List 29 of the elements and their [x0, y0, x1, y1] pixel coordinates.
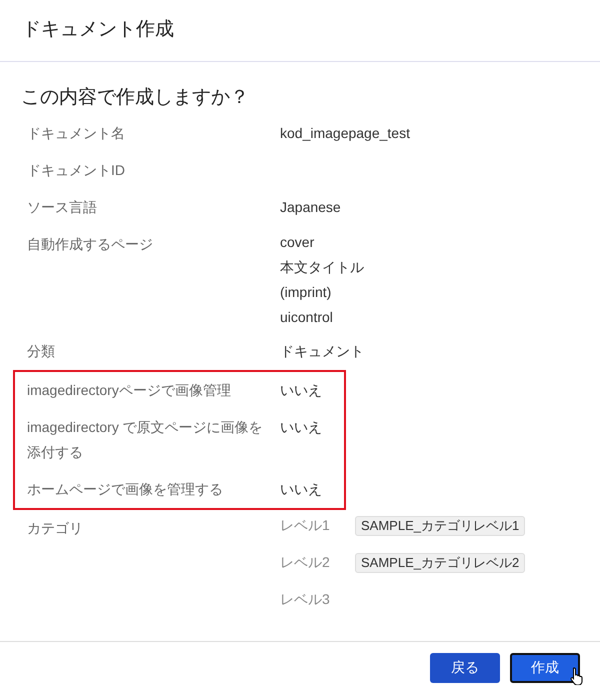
field-label: imagedirectory で原文ページに画像を添付する — [27, 418, 264, 462]
pointer-hand-icon — [570, 666, 584, 684]
level-label: レベル1 — [280, 516, 331, 535]
dialog-button[interactable]: 戻る — [430, 652, 500, 682]
page-item: uicontrol — [280, 308, 334, 326]
field-label: 分類 — [27, 342, 56, 360]
field-label: imagedirectoryページで画像管理 — [27, 380, 232, 400]
category-tag: SAMPLE_カテゴリレベル2 — [355, 552, 526, 572]
field-value: Japanese — [280, 198, 341, 214]
dialog-button[interactable]: 作成 — [510, 652, 580, 682]
field-value: いいえ — [280, 418, 322, 434]
field-label: ドキュメントID — [27, 160, 126, 180]
page-item: cover — [280, 232, 316, 252]
dialog-title: ドキュメント作成 — [22, 18, 174, 42]
field-value: いいえ — [280, 382, 322, 398]
field-value: いいえ — [280, 480, 322, 496]
page-item: (imprint) — [280, 282, 332, 302]
level-label: レベル2 — [280, 553, 331, 572]
field-value: ドキュメント — [280, 342, 364, 358]
confirm-question: この内容で作成しますか？ — [20, 86, 250, 110]
field-label: ホームページで画像を管理する — [27, 480, 224, 498]
field-label: カテゴリ — [27, 518, 84, 538]
field-label: ドキュメント名 — [27, 124, 126, 142]
field-value: kod_imagepage_test — [280, 124, 410, 140]
field-label: 自動作成するページ — [27, 234, 154, 254]
category-tag: SAMPLE_カテゴリレベル1 — [355, 516, 526, 536]
level-label: レベル3 — [280, 590, 331, 609]
field-label: ソース言語 — [27, 198, 98, 216]
page-item: 本文タイトル — [280, 258, 365, 276]
